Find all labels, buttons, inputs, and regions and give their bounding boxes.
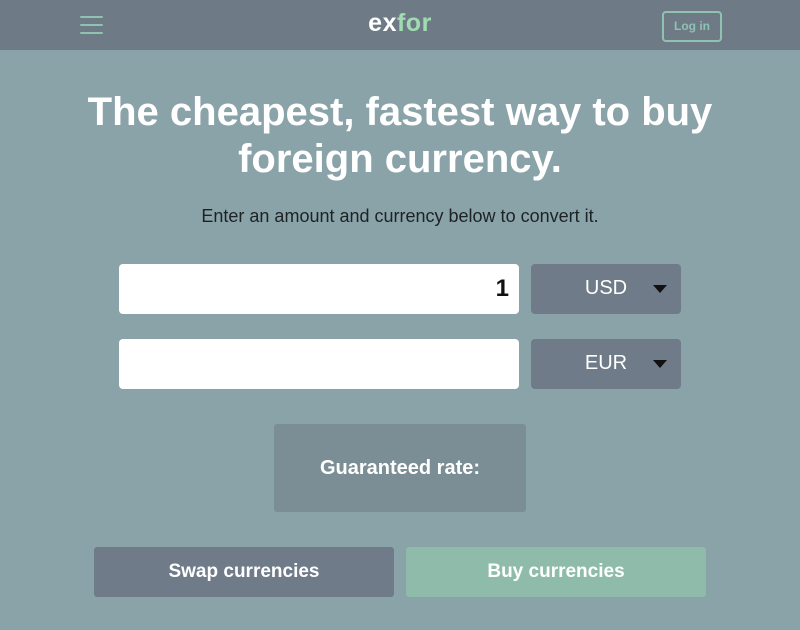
- guaranteed-rate-label: Guaranteed rate:: [319, 457, 481, 479]
- to-currency-select[interactable]: EUR: [531, 339, 681, 389]
- login-button[interactable]: Log in: [662, 11, 722, 42]
- guaranteed-rate-panel: Guaranteed rate:: [274, 424, 526, 512]
- caret-down-icon: [653, 285, 667, 293]
- to-amount-input[interactable]: [119, 339, 519, 389]
- caret-down-icon: [653, 360, 667, 368]
- top-navigation-bar: exfor Log in: [0, 0, 800, 50]
- from-amount-input[interactable]: [119, 264, 519, 314]
- logo-text-for: for: [396, 9, 432, 37]
- swap-currencies-button[interactable]: Swap currencies: [94, 547, 394, 597]
- buy-currencies-button[interactable]: Buy currencies: [406, 547, 706, 597]
- page-headline: The cheapest, fastest way to buy foreign…: [87, 90, 713, 181]
- logo-text-ex: ex: [368, 9, 397, 37]
- page-subheadline: Enter an amount and currency below to co…: [201, 206, 599, 226]
- from-currency-select[interactable]: USD: [531, 264, 681, 314]
